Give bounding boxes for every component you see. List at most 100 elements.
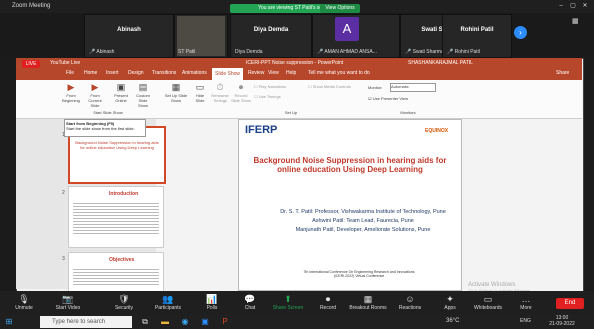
weather-temp[interactable]: 36°C	[446, 318, 459, 324]
reactions-label: Reactions	[398, 305, 422, 311]
play-icon: ▶	[67, 82, 75, 92]
monitor-label: Monitor:	[368, 85, 383, 90]
tab-design[interactable]: Design	[128, 70, 144, 76]
participant-tile[interactable]: Diya Demda Diya Demda	[230, 14, 312, 58]
edge-icon[interactable]: ◉	[180, 317, 190, 327]
hide-slide-label: Hide Slide	[195, 93, 205, 103]
setup-icon: ▦	[171, 82, 181, 92]
tab-insert[interactable]: Insert	[106, 70, 119, 76]
presenter-view-checkbox[interactable]: ☑ Use Presenter View	[368, 96, 428, 101]
zoom-app-icon[interactable]: ▣	[200, 317, 210, 327]
more-label: More	[520, 305, 532, 311]
iferp-logo: IFERP	[245, 124, 278, 136]
participant-label: 🎤 Rohini Patil	[447, 49, 480, 55]
tell-me-search[interactable]: Tell me what you want to do	[308, 70, 370, 76]
tab-file[interactable]: File	[66, 70, 74, 76]
start-video-button[interactable]: 📷 Start Video	[46, 293, 90, 311]
tab-home[interactable]: Home	[84, 70, 97, 76]
windows-start-icon[interactable]: ⊞	[4, 317, 14, 327]
shield-icon: 🛡	[118, 294, 130, 304]
participant-tile[interactable]: A 🎤 AMAN AHMAD ANSA...	[312, 14, 400, 58]
slide-canvas[interactable]: IFERP EQUINOX Background Noise Suppressi…	[238, 119, 462, 291]
language-indicator[interactable]: ENG	[520, 318, 531, 324]
slide-thumbnail[interactable]: Introduction	[68, 186, 164, 248]
participant-label: ST Patil	[178, 49, 196, 55]
setup-slideshow-button[interactable]: ▦ Set Up Slide Show	[162, 82, 190, 103]
maximize-icon[interactable]: ▢	[568, 2, 578, 11]
security-label: Security	[114, 305, 134, 311]
ppt-titlebar: ICERI-PPT Noise suppression - PowerPoint…	[16, 58, 582, 68]
end-meeting-button[interactable]: End	[556, 298, 584, 309]
rehearse-button[interactable]: ⏱ Rehearse Timings	[210, 82, 230, 103]
unmute-button[interactable]: 🎙 Unmute	[2, 293, 46, 311]
custom-show-icon: ▤	[138, 82, 148, 92]
zoom-toolbar: 🎙 Unmute 📷 Start Video 🛡 Security 👥 Particip…	[0, 291, 594, 315]
participant-tile[interactable]: Abinash 🎤 Abinash	[84, 14, 174, 58]
share-screen-icon: ⬆	[284, 294, 292, 304]
security-button[interactable]: 🛡 Security	[102, 293, 146, 311]
more-button[interactable]: … More	[504, 293, 548, 311]
use-timings-checkbox[interactable]: ☐ Use Timings	[254, 94, 304, 99]
tab-animations[interactable]: Animations	[182, 70, 207, 76]
participant-name: Rohini Patil	[460, 27, 494, 33]
close-icon[interactable]: ✕	[580, 2, 590, 11]
author-line: Dr. S. T. Patil: Professor, Vishwakarma …	[280, 209, 446, 215]
breakout-label: Breakout Rooms	[349, 305, 387, 311]
record-button[interactable]: ⏺ Record	[306, 293, 350, 311]
participant-label: 🎤 Swati Sharma	[405, 49, 444, 55]
participants-label: Participants	[154, 305, 182, 311]
custom-show-label: Custom Slide Show	[136, 93, 150, 108]
gallery-next-icon[interactable]: ›	[514, 26, 527, 39]
reactions-button[interactable]: ☺ Reactions	[388, 293, 432, 311]
polls-label: Polls	[206, 305, 218, 311]
custom-show-button[interactable]: ▤ Custom Slide Show	[134, 82, 152, 108]
taskbar-search[interactable]: Type here to search	[40, 316, 132, 328]
record-label: Record	[319, 305, 337, 311]
hide-slide-button[interactable]: ▭ Hide Slide	[192, 82, 208, 103]
play-narrations-checkbox[interactable]: ☐ Play Narrations	[254, 84, 304, 89]
show-media-checkbox[interactable]: ☐ Show Media Controls	[308, 84, 358, 89]
presenter-view-label: Use Presenter View	[372, 96, 408, 101]
powerpoint-app-icon[interactable]: P	[220, 317, 230, 327]
ppt-ribbon-tabs: File Home Insert Design Transitions Anim…	[16, 68, 582, 80]
participant-tile[interactable]: Rohini Patil 🎤 Rohini Patil	[442, 14, 512, 58]
task-view-icon[interactable]: ⧉	[140, 317, 150, 327]
monitor-select[interactable]: Automatic	[390, 83, 436, 92]
minimize-icon[interactable]: –	[556, 2, 566, 11]
use-timings-label: Use Timings	[258, 94, 281, 99]
setup-label: Set Up Slide Show	[164, 93, 188, 103]
group-setup-label: Set Up	[284, 110, 298, 115]
apps-label: Apps	[444, 305, 456, 311]
record-slideshow-button[interactable]: ⏺ Record Slide Show	[230, 82, 252, 103]
view-options-button[interactable]: View Options	[320, 4, 360, 13]
participant-tile[interactable]: ST Patil	[174, 14, 228, 58]
participant-name: Diya Demda	[253, 27, 289, 33]
participants-icon: 👥	[162, 294, 174, 304]
tab-view[interactable]: View	[268, 70, 279, 76]
share-button[interactable]: Share	[556, 70, 569, 76]
participant-label: 🎤 AMAN AHMAD ANSA...	[317, 49, 377, 55]
share-screen-label: Share Screen	[272, 305, 304, 311]
thumb-body	[73, 201, 159, 235]
youtube-live-label: YouTube Live	[50, 60, 81, 66]
live-badge[interactable]: LIVE	[22, 60, 40, 68]
breakout-rooms-button[interactable]: ▦ Breakout Rooms	[346, 293, 390, 311]
participants-button[interactable]: 👥 Participants	[146, 293, 190, 311]
window-title: Zoom Meeting	[12, 3, 51, 9]
from-beginning-label: From Beginning	[62, 93, 80, 103]
from-beginning-button[interactable]: ▶ From Beginning	[62, 82, 80, 103]
tab-review[interactable]: Review	[248, 70, 264, 76]
slide-thumbnail[interactable]: Objectives	[68, 252, 164, 292]
present-online-button[interactable]: ▣ Present Online	[110, 82, 132, 103]
tab-transitions[interactable]: Transitions	[152, 70, 176, 76]
share-screen-button[interactable]: ⬆ Share Screen	[266, 293, 310, 311]
tab-help[interactable]: Help	[286, 70, 296, 76]
file-explorer-icon[interactable]: ▬	[160, 317, 170, 327]
thumb-number: 3	[62, 256, 65, 262]
thumb-body	[73, 267, 159, 287]
gallery-view-icon[interactable]: ▦	[572, 17, 579, 25]
thumb-text: Objectives	[109, 257, 135, 263]
from-current-button[interactable]: ▶ From Current Slide	[84, 82, 106, 108]
taskbar-clock[interactable]: 13:00 21-09-2022	[542, 315, 582, 327]
tab-slide-show[interactable]: Slide Show	[212, 68, 244, 80]
